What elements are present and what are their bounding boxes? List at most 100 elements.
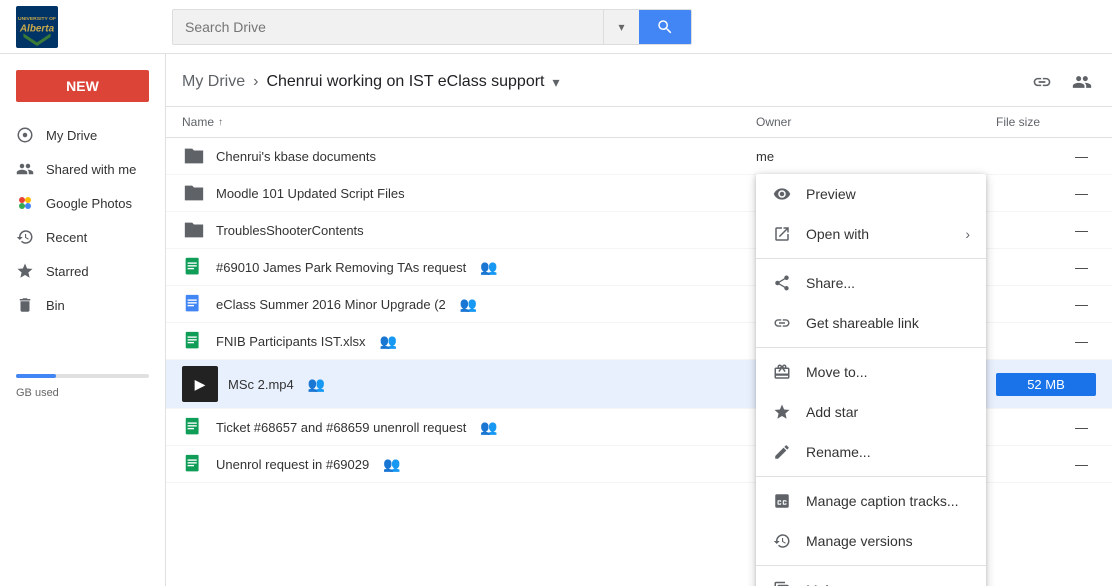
menu-item-preview[interactable]: Preview xyxy=(756,174,986,214)
menu-item-get-link[interactable]: Get shareable link xyxy=(756,303,986,343)
breadcrumb-left: My Drive › Chenrui working on IST eClass… xyxy=(182,73,560,91)
breadcrumb-my-drive[interactable]: My Drive xyxy=(182,73,245,91)
folder-icon xyxy=(182,144,206,168)
breadcrumb: My Drive › Chenrui working on IST eClass… xyxy=(166,54,1112,107)
file-name-cell: TroublesShooterContents xyxy=(182,218,756,242)
eye-icon xyxy=(772,184,792,204)
file-size: — xyxy=(996,457,1096,472)
sheets-icon xyxy=(182,329,206,353)
sidebar-item-bin[interactable]: Bin xyxy=(0,288,157,322)
search-input[interactable] xyxy=(173,10,603,44)
shared-icon: 👥 xyxy=(480,259,497,276)
breadcrumb-separator: › xyxy=(253,73,258,91)
svg-text:Alberta: Alberta xyxy=(19,23,55,34)
file-size: — xyxy=(996,260,1096,275)
people-button[interactable] xyxy=(1068,68,1096,96)
search-bar: ▾ xyxy=(172,9,692,45)
recent-icon xyxy=(16,228,34,246)
sidebar-item-shared-with-me[interactable]: Shared with me xyxy=(0,152,157,186)
file-name-cell: Chenrui's kbase documents xyxy=(182,144,756,168)
storage-text: GB used xyxy=(16,387,59,399)
sidebar-item-label: Recent xyxy=(46,230,87,245)
owner-column-header: Owner xyxy=(756,115,876,129)
drive-icon xyxy=(16,126,34,144)
search-dropdown-button[interactable]: ▾ xyxy=(603,9,639,45)
menu-divider xyxy=(756,565,986,566)
link-button[interactable] xyxy=(1028,68,1056,96)
breadcrumb-dropdown-button[interactable]: ▾ xyxy=(553,74,560,91)
file-name: MSc 2.mp4 xyxy=(228,377,294,392)
menu-item-manage-versions[interactable]: Manage versions xyxy=(756,521,986,561)
file-name-cell: eClass Summer 2016 Minor Upgrade (2 👥 xyxy=(182,292,756,316)
shared-icon: 👥 xyxy=(460,296,477,313)
menu-item-label: Make a copy xyxy=(806,582,970,586)
menu-divider xyxy=(756,476,986,477)
folder-icon xyxy=(182,218,206,242)
sidebar-item-google-photos[interactable]: Google Photos xyxy=(0,186,157,220)
menu-item-rename[interactable]: Rename... xyxy=(756,432,986,472)
file-name-cell: Moodle 101 Updated Script Files xyxy=(182,181,756,205)
file-size: — xyxy=(996,420,1096,435)
storage-container: GB used xyxy=(0,362,165,411)
header: UNIVERSITY OF Alberta ▾ xyxy=(0,0,1112,54)
context-menu: Preview Open with › Share... xyxy=(756,174,986,586)
menu-item-manage-captions[interactable]: Manage caption tracks... xyxy=(756,481,986,521)
menu-item-label: Open with xyxy=(806,226,951,242)
main-content: My Drive › Chenrui working on IST eClass… xyxy=(166,54,1112,586)
layout: NEW My Drive Shared with me xyxy=(0,54,1112,586)
file-size: — xyxy=(996,186,1096,201)
new-button[interactable]: NEW xyxy=(16,70,149,102)
captions-icon xyxy=(772,491,792,511)
file-name: Chenrui's kbase documents xyxy=(216,149,376,164)
file-name: eClass Summer 2016 Minor Upgrade (2 xyxy=(216,297,446,312)
search-icon xyxy=(656,18,674,36)
sheets-icon xyxy=(182,415,206,439)
menu-item-label: Manage caption tracks... xyxy=(806,493,970,509)
file-name: Ticket #68657 and #68659 unenroll reques… xyxy=(216,420,466,435)
breadcrumb-actions xyxy=(1028,68,1096,96)
breadcrumb-current-folder: Chenrui working on IST eClass support xyxy=(266,73,544,91)
folder-icon xyxy=(182,181,206,205)
people-icon xyxy=(1072,72,1092,92)
shared-icon: 👥 xyxy=(480,419,497,436)
sidebar-item-label: My Drive xyxy=(46,128,97,143)
rename-icon xyxy=(772,442,792,462)
menu-item-add-star[interactable]: Add star xyxy=(756,392,986,432)
menu-item-label: Add star xyxy=(806,404,970,420)
filesize-column-header: File size xyxy=(996,115,1096,129)
search-submit-button[interactable] xyxy=(639,9,691,45)
move-icon xyxy=(772,362,792,382)
table-row[interactable]: Chenrui's kbase documents me — xyxy=(166,138,1112,175)
logo: UNIVERSITY OF Alberta xyxy=(16,6,156,48)
menu-item-make-copy[interactable]: Make a copy xyxy=(756,570,986,586)
menu-item-open-with[interactable]: Open with › xyxy=(756,214,986,254)
sidebar-item-label: Bin xyxy=(46,298,65,313)
svg-text:UNIVERSITY OF: UNIVERSITY OF xyxy=(18,15,56,21)
open-icon xyxy=(772,224,792,244)
file-size: 52 MB xyxy=(996,373,1096,396)
file-name-cell: Unenrol request in #69029 👥 xyxy=(182,452,756,476)
menu-item-label: Get shareable link xyxy=(806,315,970,331)
submenu-arrow: › xyxy=(965,226,970,242)
file-size: — xyxy=(996,223,1096,238)
menu-item-share[interactable]: Share... xyxy=(756,263,986,303)
menu-item-move-to[interactable]: Move to... xyxy=(756,352,986,392)
file-name-cell: #69010 James Park Removing TAs request 👥 xyxy=(182,255,756,279)
sidebar-item-recent[interactable]: Recent xyxy=(0,220,157,254)
menu-divider xyxy=(756,258,986,259)
bin-icon xyxy=(16,296,34,314)
file-owner: me xyxy=(756,149,876,164)
table-header: Name ↑ Owner Modified File size xyxy=(166,107,1112,138)
shared-icon: 👥 xyxy=(308,376,325,393)
name-column-header[interactable]: Name ↑ xyxy=(182,115,756,129)
file-name-cell: Ticket #68657 and #68659 unenroll reques… xyxy=(182,415,756,439)
file-name: #69010 James Park Removing TAs request xyxy=(216,260,466,275)
sidebar-item-label: Starred xyxy=(46,264,89,279)
file-name: Moodle 101 Updated Script Files xyxy=(216,186,405,201)
sidebar-item-my-drive[interactable]: My Drive xyxy=(0,118,157,152)
menu-item-label: Move to... xyxy=(806,364,970,380)
starred-icon xyxy=(16,262,34,280)
sidebar-item-starred[interactable]: Starred xyxy=(0,254,157,288)
menu-item-label: Manage versions xyxy=(806,533,970,549)
photos-icon xyxy=(16,194,34,212)
